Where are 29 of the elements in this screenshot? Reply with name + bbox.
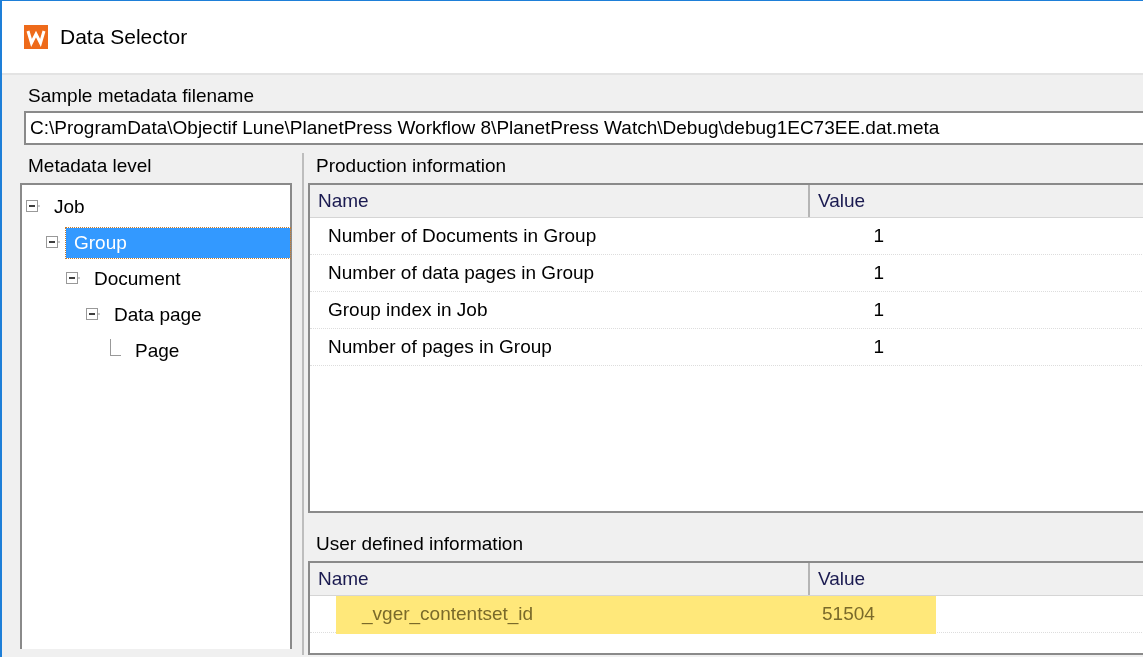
table-cell-text: 1 <box>872 262 884 284</box>
panel-label: Metadata level <box>27 154 153 178</box>
window-title: Data Selector <box>60 25 188 49</box>
tree-item[interactable]: Data page <box>106 300 210 330</box>
table-cell-text: 51504 <box>821 603 876 625</box>
column-header[interactable]: Value <box>810 185 866 217</box>
table-cell-text: Number of Documents in Group <box>327 225 598 247</box>
collapse-icon[interactable] <box>86 308 100 322</box>
tree-item[interactable]: Job <box>46 192 93 222</box>
column-header[interactable]: Name <box>310 185 810 217</box>
column-header[interactable]: Value <box>810 563 866 595</box>
tree-line-icon <box>110 338 121 356</box>
panel-label: User defined information <box>315 532 524 556</box>
tree-item[interactable]: Page <box>127 336 188 366</box>
table-cell-text: Number of pages in Group <box>327 336 553 358</box>
table-cell-text: _vger_contentset_id <box>360 603 535 625</box>
table-cell-text: 1 <box>872 336 884 358</box>
filename-field[interactable]: C:\ProgramData\Objectif Lune\PlanetPress Workflow 8\PlanetPress Watch\Debug\debug1EC73EE.dat.meta <box>24 111 1143 145</box>
collapse-icon[interactable] <box>46 236 60 250</box>
collapse-icon[interactable] <box>26 200 40 214</box>
tree-item[interactable]: Document <box>86 264 189 294</box>
table-cell-text: 1 <box>872 225 884 247</box>
collapse-icon[interactable] <box>66 272 80 286</box>
app-logo-icon <box>24 25 48 49</box>
panel-label: Production information <box>315 154 508 178</box>
table-cell-text: Number of data pages in Group <box>327 262 596 284</box>
table-cell-text: Group index in Job <box>327 299 489 321</box>
field-label: Sample metadata filename <box>27 84 255 108</box>
table-cell-text: 1 <box>872 299 884 321</box>
